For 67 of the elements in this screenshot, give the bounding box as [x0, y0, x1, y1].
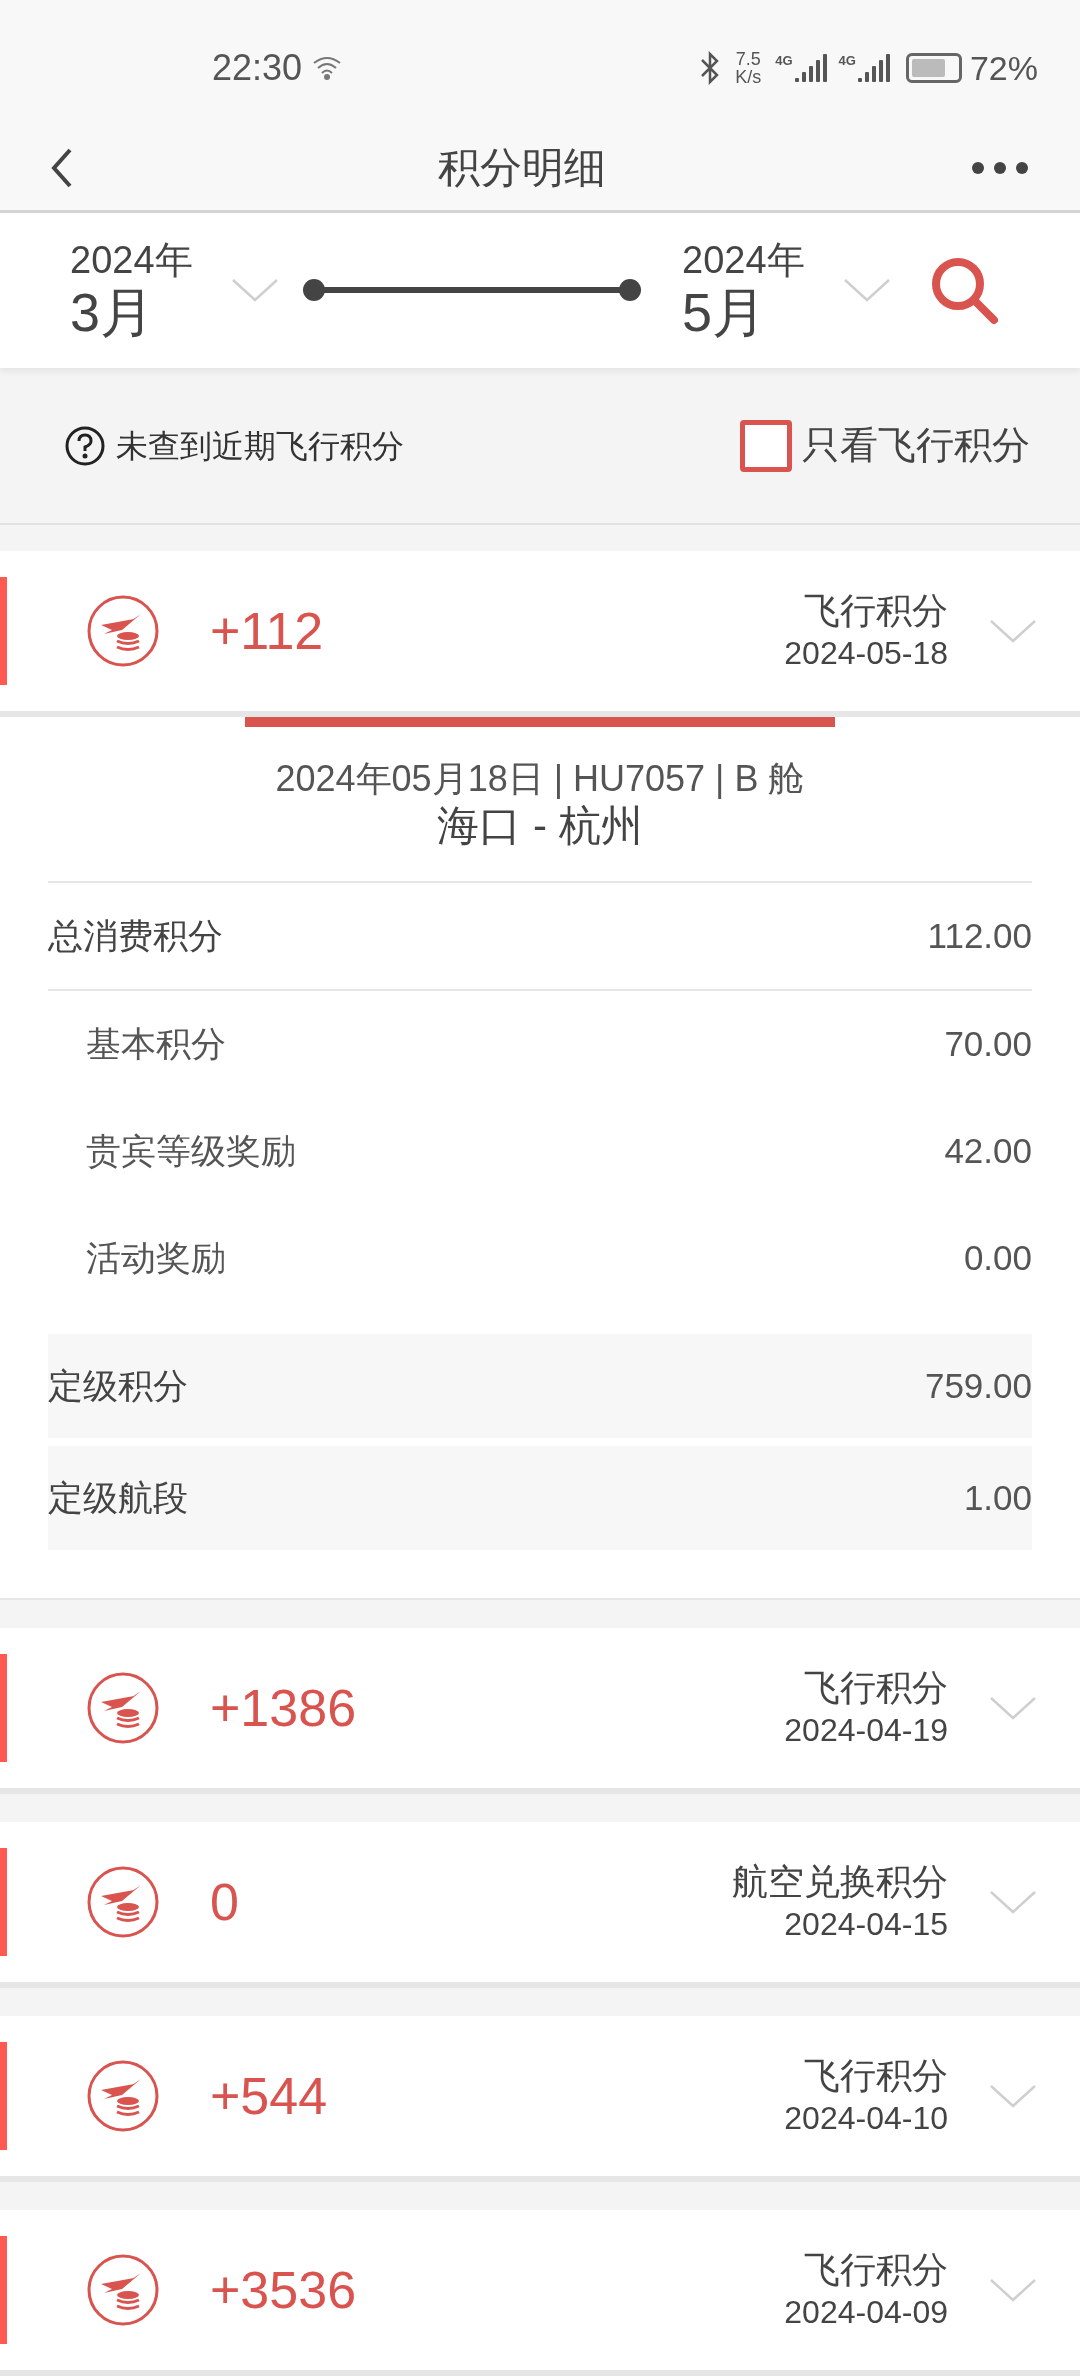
points-record[interactable]: 0 航空兑换积分 2024-04-15	[0, 1822, 1080, 1988]
year-text: 2024年	[682, 238, 806, 283]
plane-coin-icon	[86, 1865, 160, 1939]
record-date: 2024-04-15	[784, 1905, 948, 1944]
total-value: 112.00	[927, 914, 1032, 957]
points-type: 飞行积分	[804, 2248, 948, 2292]
points-label: 基本积分	[86, 1023, 226, 1066]
month-text: 3月	[70, 282, 156, 343]
plane-coin-icon	[86, 594, 160, 668]
points-value: 70.00	[944, 1023, 1032, 1066]
points-amount: +3536	[210, 2260, 357, 2321]
clock: 22:30	[212, 46, 303, 91]
points-type: 航空兑换积分	[732, 1860, 948, 1904]
chevron-icon	[988, 2083, 1038, 2109]
speed-unit: K/s	[735, 68, 762, 87]
flight-only-checkbox[interactable]: 只看飞行积分	[740, 417, 1030, 475]
help-icon	[64, 424, 106, 467]
chevron-icon	[988, 1695, 1038, 1721]
notice-text: 未查到近期飞行积分	[116, 426, 404, 466]
points-record[interactable]: +3536 飞行积分 2024-04-09	[0, 2210, 1080, 2376]
points-type: 飞行积分	[804, 589, 948, 633]
plane-coin-icon	[86, 1671, 160, 1745]
points-label: 活动奖励	[86, 1237, 226, 1280]
record-date: 2024-05-18	[784, 634, 948, 673]
month-text: 5月	[682, 282, 768, 343]
chevron-icon	[842, 277, 892, 304]
points-record[interactable]: +112 飞行积分 2024-05-18	[0, 551, 1080, 717]
signal-icon	[794, 54, 829, 83]
points-amount: +544	[210, 2066, 328, 2127]
grading-value: 1.00	[963, 1476, 1032, 1519]
grading-label: 定级航段	[48, 1476, 188, 1519]
battery-icon	[905, 53, 962, 84]
points-amount: +112	[210, 601, 324, 662]
points-value: 0.00	[963, 1237, 1032, 1280]
year-text: 2024年	[70, 238, 194, 283]
points-amount: +1386	[210, 1678, 357, 1739]
points-record[interactable]: +1386 飞行积分 2024-04-19	[0, 1628, 1080, 1794]
network-label: 4G	[775, 54, 793, 68]
points-type: 飞行积分	[804, 2054, 948, 2098]
plane-coin-icon	[86, 2253, 160, 2327]
network-label: 4G	[838, 54, 856, 68]
record-date: 2024-04-19	[784, 1711, 948, 1750]
points-label: 贵宾等级奖励	[86, 1130, 296, 1173]
month-picker[interactable]: 2024年 3月	[70, 238, 280, 343]
chevron-icon	[230, 277, 280, 304]
points-record[interactable]: +544 飞行积分 2024-04-10	[0, 2016, 1080, 2182]
month-picker[interactable]: 2024年 5月	[682, 238, 892, 343]
chevron-icon	[988, 618, 1038, 644]
more-icon[interactable]	[970, 159, 1030, 176]
grading-value: 759.00	[924, 1364, 1032, 1407]
wifi-icon	[312, 55, 343, 82]
speed-value: 7.5	[735, 50, 761, 69]
record-date: 2024-04-09	[784, 2293, 948, 2332]
points-amount: 0	[210, 1872, 239, 1933]
points-value: 42.00	[944, 1130, 1032, 1173]
record-date: 2024-04-10	[784, 2099, 948, 2138]
page-title: 积分明细	[438, 143, 606, 194]
route-text: 海口 - 杭州	[437, 801, 643, 851]
chevron-icon	[988, 2277, 1038, 2303]
chevron-icon	[988, 1889, 1038, 1915]
grading-label: 定级积分	[48, 1364, 188, 1407]
total-label: 总消费积分	[48, 914, 223, 957]
flight-info: 2024年05月18日 | HU7057 | B 舱	[275, 757, 805, 801]
battery-percent: 72%	[969, 47, 1038, 89]
points-type: 飞行积分	[804, 1666, 948, 1710]
signal-icon	[857, 54, 892, 83]
plane-coin-icon	[86, 2059, 160, 2133]
